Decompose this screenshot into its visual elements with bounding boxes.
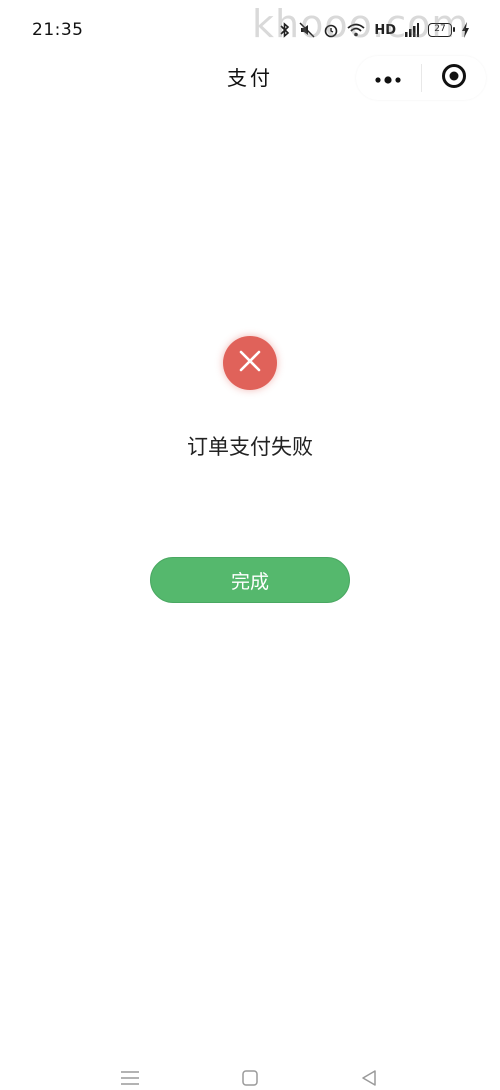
done-button[interactable]: 完成 (150, 557, 350, 603)
more-button[interactable] (356, 56, 421, 100)
charging-icon (461, 22, 470, 38)
close-miniapp-button[interactable] (422, 56, 487, 100)
back-triangle-icon[interactable] (361, 1070, 377, 1090)
menu-lines-icon[interactable] (121, 1070, 139, 1089)
status-time: 21:35 (32, 20, 84, 40)
battery-indicator: 27 (428, 23, 455, 37)
x-close-icon (238, 349, 262, 377)
failure-icon (223, 336, 277, 390)
system-nav-bar (0, 1064, 500, 1090)
target-circle-icon (441, 63, 467, 93)
signal-icon (405, 23, 419, 37)
result-message: 订单支付失败 (187, 435, 313, 459)
square-icon[interactable] (242, 1070, 258, 1090)
miniapp-capsule (356, 56, 486, 100)
bluetooth-icon (280, 22, 290, 38)
status-bar: 21:35 HD 27 (0, 0, 500, 56)
more-dots-icon (374, 69, 402, 88)
payment-screen: 21:35 HD 27 khooo.com 支付 订单支付失败 完成 (0, 0, 500, 1090)
network-label: HD (374, 22, 396, 38)
mute-icon (299, 22, 315, 38)
alarm-icon (324, 22, 338, 38)
status-icons: HD 27 (280, 20, 470, 40)
wifi-icon (347, 23, 365, 37)
